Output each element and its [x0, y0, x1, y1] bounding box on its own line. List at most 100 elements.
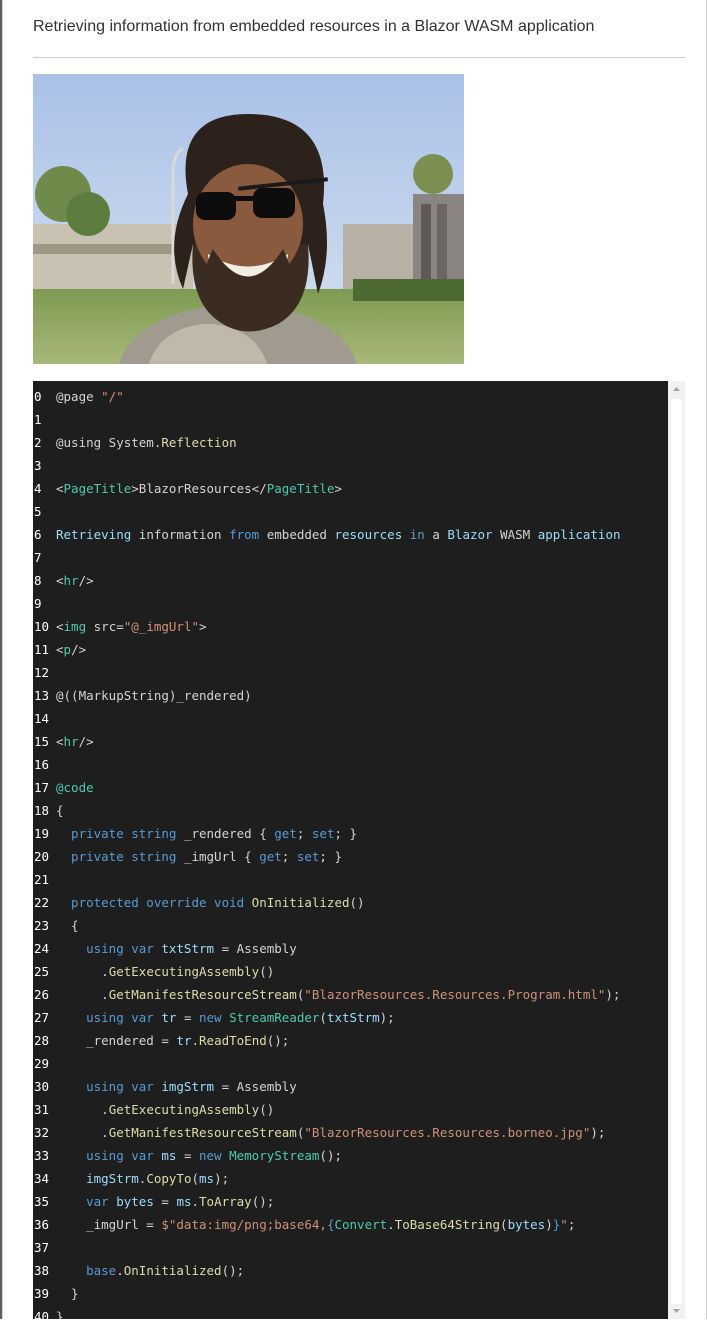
code-token: tr: [161, 1010, 177, 1025]
code-token: GetExecutingAssembly: [108, 1102, 260, 1117]
code-token: ReadToEnd: [199, 1033, 267, 1048]
page-title: Retrieving information from embedded res…: [33, 18, 595, 35]
line-number: 9: [34, 596, 42, 611]
line-number: 17: [34, 780, 50, 795]
line-number: 36: [34, 1217, 50, 1232]
code-token: information: [138, 527, 230, 542]
code-line: 14: [33, 707, 56, 730]
code-token: (: [500, 1217, 508, 1232]
code-line: 8 <hr/>: [33, 569, 94, 592]
photo-illustration: [33, 74, 464, 364]
code-token: using var: [56, 1079, 162, 1094]
code-line: 3: [33, 454, 56, 477]
code-token: .: [387, 1217, 395, 1232]
line-number: 35: [34, 1194, 50, 1209]
code-token: _imgUrl =: [56, 1217, 162, 1232]
code-token: set: [296, 849, 320, 864]
code-token: Reflection: [161, 435, 237, 450]
code-token: );: [590, 1125, 606, 1140]
line-number: 8: [34, 573, 42, 588]
code-token: tr: [176, 1033, 192, 1048]
line-number: 26: [34, 987, 50, 1002]
code-token: {: [56, 803, 64, 818]
code-line: 5: [33, 500, 56, 523]
code-token: ();: [251, 1194, 275, 1209]
code-token: resources: [334, 527, 410, 542]
code-line: 33 using var ms = new MemoryStream();: [33, 1144, 342, 1167]
code-token: <: [56, 734, 64, 749]
horizontal-rule: [33, 57, 685, 58]
code-token: txtStrm: [326, 1010, 380, 1025]
line-number: 40: [34, 1309, 50, 1319]
code-token: get: [274, 826, 297, 841]
code-token: Blazor: [447, 527, 501, 542]
code-token: src=: [93, 619, 124, 634]
code-token: PageTitle: [63, 481, 132, 496]
code-token: imgStrm: [56, 1171, 139, 1186]
code-line: 18 {: [33, 799, 64, 822]
line-number: 23: [34, 918, 50, 933]
code-token: <: [56, 619, 64, 634]
code-token: get: [259, 849, 282, 864]
triangle-down-icon[interactable]: [668, 1302, 685, 1319]
code-line: 28 _rendered = tr.ReadToEnd();: [33, 1029, 289, 1052]
code-token: <: [56, 573, 64, 588]
code-token: PageTitle: [266, 481, 335, 496]
code-token: ms: [176, 1194, 192, 1209]
code-token: imgStrm: [161, 1079, 215, 1094]
code-token: using var: [56, 941, 162, 956]
code-line: 19 private string _rendered { get; set; …: [33, 822, 357, 845]
code-token: in: [409, 527, 433, 542]
code-line: 21: [33, 868, 56, 891]
line-number: 27: [34, 1010, 50, 1025]
line-number: 3: [34, 458, 42, 473]
code-token: @code: [56, 780, 94, 795]
code-token: }: [56, 1286, 79, 1301]
vertical-scrollbar[interactable]: [668, 381, 685, 1319]
code-token: .: [116, 1263, 124, 1278]
line-number: 20: [34, 849, 50, 864]
code-line: 39 }: [33, 1282, 79, 1305]
line-number: 11: [34, 642, 50, 657]
line-number: 29: [34, 1056, 50, 1071]
code-token: .: [56, 964, 109, 979]
code-token: (): [349, 895, 365, 910]
code-token: ();: [221, 1263, 245, 1278]
code-line: 4 <PageTitle>BlazorResources</PageTitle>: [33, 477, 342, 500]
line-number: 6: [34, 527, 42, 542]
code-token: =: [153, 1194, 177, 1209]
code-token: _rendered {: [183, 826, 275, 841]
code-line: 32 .GetManifestResourceStream("BlazorRes…: [33, 1121, 605, 1144]
code-line: 16: [33, 753, 56, 776]
code-block[interactable]: 0 @page "/" 1 2 @using System.Reflection 3 4 <P…: [33, 381, 668, 1319]
triangle-up-icon[interactable]: [668, 381, 685, 398]
line-number: 14: [34, 711, 50, 726]
code-line: 24 using var txtStrm = Assembly: [33, 937, 297, 960]
scrollbar-thumb[interactable]: [671, 399, 682, 1304]
code-token: WASM: [500, 527, 538, 542]
code-line: 34 imgStrm.CopyTo(ms);: [33, 1167, 229, 1190]
code-token: =: [176, 1010, 199, 1025]
code-token: ": [560, 1217, 568, 1232]
window-left-border-inner: [2, 0, 3, 1319]
code-token: new: [199, 1010, 230, 1025]
code-token: ): [545, 1217, 553, 1232]
code-token: ();: [319, 1148, 342, 1163]
line-number: 19: [34, 826, 50, 841]
code-token: "BlazorResources.Resources.Program.html": [304, 987, 606, 1002]
code-line: 25 .GetExecutingAssembly(): [33, 960, 274, 983]
code-token: = Assembly: [214, 1079, 297, 1094]
code-token: private string: [56, 826, 184, 841]
code-token: <: [56, 481, 64, 496]
code-line: 13 @((MarkupString)_rendered): [33, 684, 252, 707]
line-number: 15: [34, 734, 50, 749]
code-token: ();: [266, 1033, 290, 1048]
code-token: .: [191, 1033, 200, 1048]
code-token: embedded: [266, 527, 335, 542]
code-token: img: [63, 619, 94, 634]
code-token: OnInitialized: [123, 1263, 222, 1278]
code-token: .: [56, 1102, 109, 1117]
code-token: StreamReader: [229, 1010, 320, 1025]
line-number: 10: [34, 619, 50, 634]
code-token: base: [56, 1263, 117, 1278]
